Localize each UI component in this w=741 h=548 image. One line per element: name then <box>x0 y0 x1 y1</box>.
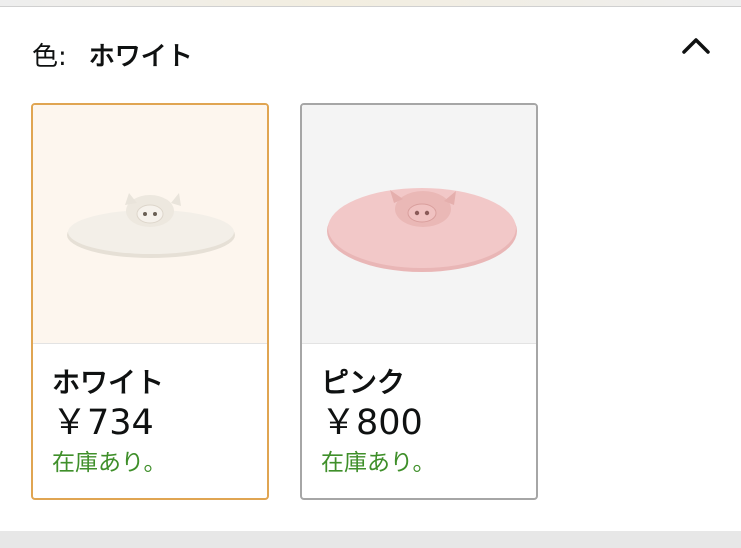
color-selector-header: 色: ホワイト <box>32 34 193 74</box>
collapse-button[interactable] <box>676 28 716 64</box>
option-stock-status: 在庫あり。 <box>321 450 436 476</box>
product-image-white <box>33 105 267 344</box>
bottom-divider <box>0 531 741 548</box>
product-image-pink <box>302 105 536 344</box>
option-stock-status: 在庫あり。 <box>52 450 167 476</box>
color-label: 色: <box>32 41 67 72</box>
option-name: ピンク <box>321 366 406 399</box>
selected-color-value: ホワイト <box>88 41 193 72</box>
chevron-up-icon <box>682 38 710 54</box>
top-divider <box>0 0 741 7</box>
option-price: ￥800 <box>321 403 423 443</box>
option-name: ホワイト <box>52 366 165 399</box>
color-option-white[interactable]: ホワイト ￥734 在庫あり。 <box>31 103 269 500</box>
white-pig-lid-image <box>67 193 235 258</box>
pink-pig-lid-image <box>327 188 517 272</box>
option-price: ￥734 <box>52 403 154 443</box>
color-option-pink[interactable]: ピンク ￥800 在庫あり。 <box>300 103 538 500</box>
